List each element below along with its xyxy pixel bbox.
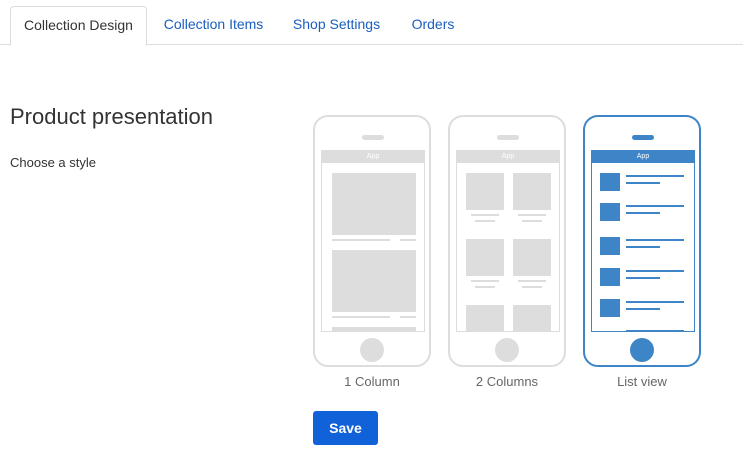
product-image-placeholder	[466, 239, 504, 276]
phone-speaker	[362, 135, 384, 140]
tab-shop-settings[interactable]: Shop Settings	[280, 6, 393, 45]
section-subtitle: Choose a style	[10, 155, 96, 170]
product-image-placeholder	[513, 305, 551, 331]
phone-screen: App	[591, 150, 695, 332]
product-image-placeholder	[466, 173, 504, 210]
text-line-placeholder	[626, 308, 660, 310]
app-bar-label: App	[592, 151, 694, 163]
tab-bar: Collection Design Collection Items Shop …	[0, 0, 743, 46]
text-line-placeholder	[626, 246, 660, 248]
text-line-placeholder	[626, 205, 684, 207]
text-line-placeholder	[626, 182, 660, 184]
text-line-placeholder	[400, 316, 416, 318]
text-line-placeholder	[626, 301, 684, 303]
phone-preview-2-columns: App	[448, 115, 566, 367]
product-image-placeholder	[466, 305, 504, 331]
text-line-placeholder	[626, 212, 660, 214]
tab-collection-items[interactable]: Collection Items	[150, 6, 277, 45]
text-line-placeholder	[626, 175, 684, 177]
text-line-placeholder	[626, 270, 684, 272]
list-thumbnail-placeholder	[600, 203, 620, 221]
app-bar-label: App	[322, 151, 424, 163]
save-button[interactable]: Save	[313, 411, 378, 445]
app-bar-label: App	[457, 151, 559, 163]
text-line-placeholder	[400, 239, 416, 241]
text-line-placeholder	[518, 280, 546, 282]
product-image-placeholder	[332, 250, 416, 312]
list-thumbnail-placeholder	[600, 237, 620, 255]
phone-speaker	[632, 135, 654, 140]
phone-screen: App	[321, 150, 425, 332]
style-option-label: List view	[617, 374, 667, 389]
product-image-placeholder	[513, 173, 551, 210]
style-option-label: 1 Column	[344, 374, 400, 389]
home-button-icon	[630, 338, 654, 362]
product-image-placeholder	[332, 327, 416, 331]
text-line-placeholder	[522, 220, 542, 222]
text-line-placeholder	[332, 316, 390, 318]
text-line-placeholder	[626, 239, 684, 241]
phone-preview-list-view: App	[583, 115, 701, 367]
product-image-placeholder	[513, 239, 551, 276]
text-line-placeholder	[471, 214, 499, 216]
home-button-icon	[360, 338, 384, 362]
list-thumbnail-placeholder	[600, 268, 620, 286]
tab-collection-design[interactable]: Collection Design	[10, 6, 147, 46]
text-line-placeholder	[626, 330, 684, 331]
text-line-placeholder	[522, 286, 542, 288]
text-line-placeholder	[518, 214, 546, 216]
text-line-placeholder	[475, 286, 495, 288]
text-line-placeholder	[475, 220, 495, 222]
home-button-icon	[495, 338, 519, 362]
phone-speaker	[497, 135, 519, 140]
section-title: Product presentation	[10, 104, 214, 129]
product-image-placeholder	[332, 173, 416, 235]
text-line-placeholder	[471, 280, 499, 282]
list-thumbnail-placeholder	[600, 299, 620, 317]
phone-screen: App	[456, 150, 560, 332]
phone-preview-1-column: App	[313, 115, 431, 367]
text-line-placeholder	[626, 277, 660, 279]
list-thumbnail-placeholder	[600, 173, 620, 191]
style-option-label: 2 Columns	[475, 374, 539, 389]
tab-orders[interactable]: Orders	[396, 6, 470, 45]
text-line-placeholder	[332, 239, 390, 241]
